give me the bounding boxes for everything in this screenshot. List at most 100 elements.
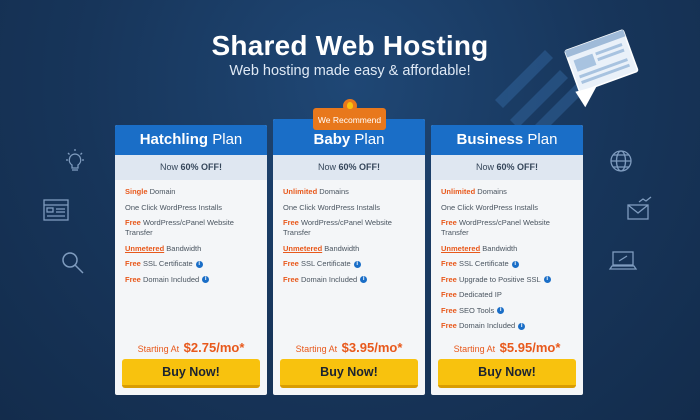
feature-text: WordPress/cPanel Website Transfer	[283, 218, 392, 237]
price-amount: $5.95/mo*	[499, 340, 561, 355]
feature-item: Unlimited Domains	[441, 187, 573, 197]
info-icon[interactable]: i	[518, 322, 526, 330]
feature-text: Domain Included	[300, 274, 358, 284]
feature-text: WordPress/cPanel Website Transfer	[441, 218, 550, 237]
feature-highlight: Single	[125, 187, 148, 196]
feature-item: Free SSL Certificate i	[441, 259, 573, 269]
feature-highlight: Free	[441, 290, 457, 299]
plan-header: Hatchling Plan	[115, 125, 267, 155]
feature-highlight: Free	[125, 274, 141, 284]
feature-text: Domain	[149, 187, 176, 196]
feature-text: WordPress/cPanel Website Transfer	[125, 218, 234, 237]
feature-highlight: Free	[283, 259, 299, 268]
price-line: Starting At $5.95/mo*	[431, 340, 583, 355]
feature-text: Bandwidth	[482, 243, 518, 253]
price-prefix: Starting At	[137, 344, 180, 354]
info-icon[interactable]: i	[202, 276, 210, 284]
feature-text: One Click WordPress Installs	[125, 202, 222, 212]
plan-name: Hatchling	[139, 131, 209, 148]
feature-text: Upgrade to Positive SSL	[458, 274, 541, 284]
feature-list: Unlimited Domains One Click WordPress Ins…	[431, 187, 583, 337]
buy-now-button-baby[interactable]: Buy Now!	[280, 359, 418, 388]
info-icon[interactable]: i	[360, 276, 368, 284]
feature-item: Single Domain	[125, 187, 257, 197]
price-line: Starting At $2.75/mo*	[115, 340, 267, 355]
feature-highlight: Free	[441, 218, 457, 227]
feature-highlight: Unmetered	[125, 243, 165, 253]
feature-highlight: Free	[441, 259, 457, 268]
feature-highlight: Unmetered	[283, 243, 323, 253]
feature-highlight: Unlimited	[283, 187, 318, 196]
feature-highlight: Free	[283, 218, 299, 227]
feature-list: Single Domain One Click WordPress Install…	[115, 187, 267, 290]
plan-name: Business	[456, 131, 524, 148]
feature-text: SSL Certificate	[300, 259, 351, 268]
feature-item: Unmetered Bandwidth	[441, 244, 573, 254]
info-icon[interactable]: i	[353, 260, 361, 268]
flame-icon	[343, 99, 357, 113]
feature-item: Free SSL Certificate i	[283, 259, 415, 269]
plan-name: Baby	[313, 131, 351, 148]
discount-banner: Now 60% OFF!	[431, 155, 583, 180]
feature-item: Free Upgrade to Positive SSL i	[441, 275, 573, 285]
feature-text: Domain Included	[458, 321, 516, 330]
info-icon[interactable]: i	[511, 260, 519, 268]
feature-item: Free SSL Certificate i	[125, 259, 257, 269]
plan-name-suffix: Plan	[527, 131, 558, 148]
feature-highlight: Free	[441, 274, 457, 284]
recommend-label: We Recommend	[317, 115, 382, 125]
feature-item: Free WordPress/cPanel Website Transfer	[441, 218, 573, 238]
buy-now-button-hatchling[interactable]: Buy Now!	[122, 359, 260, 388]
feature-text: One Click WordPress Installs	[441, 202, 538, 212]
mail-chart-icon	[627, 196, 652, 220]
feature-item: Free Domain Included i	[441, 321, 573, 331]
plan-card-baby: Baby Plan Now 60% OFF! Unlimited Domains…	[273, 119, 425, 395]
browser-layout-icon	[43, 199, 69, 221]
plan-card-hatchling: Hatchling Plan Now 60% OFF! Single Domai…	[115, 125, 267, 395]
info-icon[interactable]: i	[497, 307, 505, 315]
globe-icon	[610, 150, 632, 172]
feature-item: Free Domain Included i	[283, 275, 415, 285]
feature-item: One Click WordPress Installs	[441, 203, 573, 213]
discount-value: 60% OFF!	[180, 162, 223, 172]
feature-text: Domain Included	[142, 274, 200, 284]
feature-highlight: Free	[125, 259, 141, 268]
page-title: Shared Web Hosting	[211, 30, 489, 61]
discount-prefix: Now	[475, 162, 494, 172]
info-icon[interactable]: i	[195, 260, 203, 268]
feature-highlight: Free	[441, 305, 457, 315]
recommend-badge: We Recommend	[313, 99, 386, 130]
lightbulb-icon	[66, 149, 84, 171]
feature-item: Free Dedicated IP	[441, 290, 573, 300]
feature-item: Free WordPress/cPanel Website Transfer	[125, 218, 257, 238]
plan-name-suffix: Plan	[212, 131, 243, 148]
plan-header: Business Plan	[431, 125, 583, 155]
feature-text: Bandwidth	[324, 243, 360, 253]
price-prefix: Starting At	[295, 344, 338, 354]
feature-item: Unmetered Bandwidth	[125, 244, 257, 254]
discount-banner: Now 60% OFF!	[115, 155, 267, 180]
feature-text: Dedicated IP	[458, 290, 502, 299]
feature-text: Domains	[319, 187, 349, 196]
feature-item: Unlimited Domains	[283, 187, 415, 197]
feature-text: SSL Certificate	[458, 259, 509, 268]
magnifier-icon	[62, 252, 84, 274]
feature-text: SSL Certificate	[142, 259, 193, 268]
price-amount: $3.95/mo*	[341, 340, 403, 355]
buy-now-button-business[interactable]: Buy Now!	[438, 359, 576, 388]
feature-text: One Click WordPress Installs	[283, 202, 380, 212]
page-subtitle: Web hosting made easy & affordable!	[229, 63, 471, 79]
feature-item: Free Domain Included i	[125, 275, 257, 285]
info-icon[interactable]: i	[543, 276, 551, 284]
discount-banner: Now 60% OFF!	[273, 155, 425, 180]
discount-value: 60% OFF!	[338, 162, 381, 172]
feature-text: Domains	[477, 187, 507, 196]
plan-name-suffix: Plan	[354, 131, 385, 148]
plan-card-business: Business Plan Now 60% OFF! Unlimited Dom…	[431, 125, 583, 395]
discount-value: 60% OFF!	[496, 162, 539, 172]
discount-prefix: Now	[317, 162, 336, 172]
price-prefix: Starting At	[453, 344, 496, 354]
feature-text: SEO Tools	[458, 305, 495, 315]
feature-item: One Click WordPress Installs	[125, 203, 257, 213]
feature-highlight: Unmetered	[441, 243, 481, 253]
